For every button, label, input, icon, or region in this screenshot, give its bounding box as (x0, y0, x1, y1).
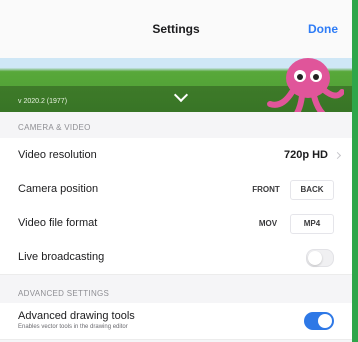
live-broadcasting-label: Live broadcasting (18, 251, 105, 263)
chevron-down-icon[interactable] (173, 87, 189, 103)
video-resolution-label: Video resolution (18, 149, 97, 161)
camera-back-option[interactable]: BACK (290, 180, 334, 200)
camera-front-option[interactable]: FRONT (246, 180, 286, 200)
toggle-knob (318, 314, 332, 328)
video-resolution-row[interactable]: Video resolution 720p HD (0, 138, 352, 173)
video-file-format-label: Video file format (18, 217, 98, 229)
format-mp4-option[interactable]: MP4 (290, 214, 334, 234)
octopus-mascot-icon (267, 58, 344, 112)
done-button[interactable]: Done (308, 22, 338, 36)
section-header-camera-video: CAMERA & VIDEO (18, 123, 91, 132)
app-banner: v 2020.2 (1977) (0, 58, 352, 112)
live-broadcasting-toggle[interactable] (306, 249, 334, 267)
chevron-right-icon (333, 151, 342, 160)
camera-position-label: Camera position (18, 183, 99, 195)
advanced-drawing-tools-row: Advanced drawing tools Enables vector to… (0, 303, 352, 340)
app-version-text: v 2020.2 (1977) (18, 98, 68, 105)
settings-sheet: Settings Done v 2020.2 (1977) CAMERA & V… (0, 0, 352, 342)
advanced-drawing-tools-toggle[interactable] (304, 312, 334, 330)
camera-position-row: Camera position FRONT BACK (0, 172, 352, 207)
page-title: Settings (152, 22, 200, 36)
advanced-drawing-tools-description: Enables vector tools in the drawing edit… (18, 324, 128, 330)
format-mov-option[interactable]: MOV (250, 214, 286, 234)
video-file-format-row: Video file format MOV MP4 (0, 206, 352, 241)
section-header-advanced: ADVANCED SETTINGS (18, 289, 110, 298)
live-broadcasting-row: Live broadcasting (0, 240, 352, 275)
toggle-knob (308, 251, 322, 265)
advanced-drawing-tools-label: Advanced drawing tools (18, 310, 135, 322)
video-resolution-value: 720p HD (283, 149, 328, 161)
navigation-bar: Settings Done (0, 0, 352, 61)
